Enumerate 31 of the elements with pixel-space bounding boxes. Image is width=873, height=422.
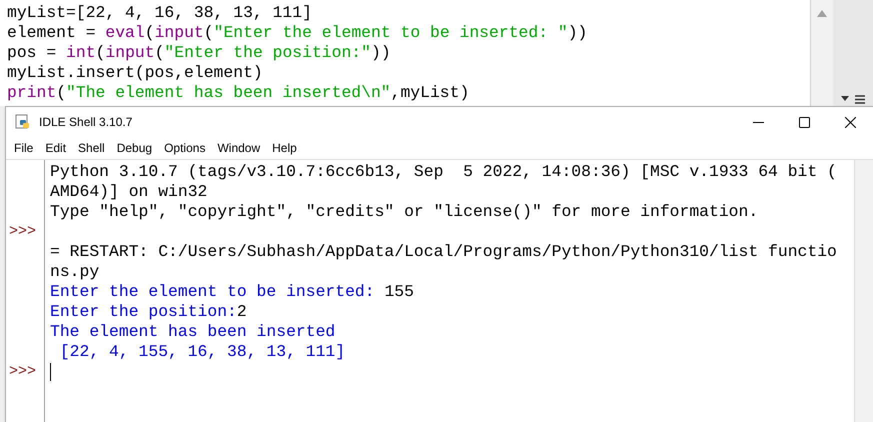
code-line: print("The element has been inserted\n",myList) — [7, 83, 470, 103]
code-line: Enter the position:2 — [50, 302, 248, 322]
code-line: Type "help", "copyright", "credits" or "license()" for more information. — [50, 202, 760, 222]
menu-item[interactable]: Edit — [39, 139, 72, 157]
menu-item[interactable]: Window — [211, 139, 266, 157]
code-line: element = eval(input("Enter the element to be inserted: ")) — [7, 23, 588, 43]
menu-item[interactable]: Options — [158, 139, 212, 157]
caret-icon[interactable] — [841, 96, 849, 101]
code-line: Python 3.10.7 (tags/v3.10.7:6cc6b13, Sep 5 2022, 14:08:36) [MSC v.1933 64 bit ( — [50, 162, 838, 182]
python-icon — [15, 114, 31, 130]
menu-icon[interactable] — [855, 95, 865, 104]
menu-item[interactable]: Debug — [110, 139, 158, 157]
code-line: = RESTART: C:/Users/Subhash/AppData/Local/Programs/Python/Python310/list functio — [50, 242, 838, 262]
code-line: The element has been inserted — [50, 322, 336, 342]
menu-item[interactable]: File — [8, 139, 40, 157]
prompt-marker: >>> — [9, 222, 36, 242]
editor-area[interactable] — [0, 0, 811, 106]
code-line: [22, 4, 155, 16, 38, 13, 111] — [58, 342, 346, 362]
scrollbar[interactable] — [854, 160, 873, 422]
code-line: myList.insert(pos,element) — [7, 63, 264, 83]
code-line: myList=[22, 4, 16, 38, 13, 111] — [7, 3, 313, 23]
window-title: IDLE Shell 3.10.7 — [39, 114, 132, 131]
code-line: Enter the element to be inserted: 155 — [50, 282, 415, 302]
code-line: pos = int(input("Enter the position:")) — [7, 43, 392, 63]
menu-item[interactable]: Shell — [72, 139, 111, 157]
code-line: ns.py — [50, 262, 100, 282]
close-icon — [844, 116, 856, 128]
maximize-icon — [798, 116, 810, 128]
menu-item[interactable]: Help — [266, 139, 303, 157]
prompt-marker: >>> — [9, 362, 36, 382]
code-line: AMD64)] on win32 — [50, 182, 208, 202]
